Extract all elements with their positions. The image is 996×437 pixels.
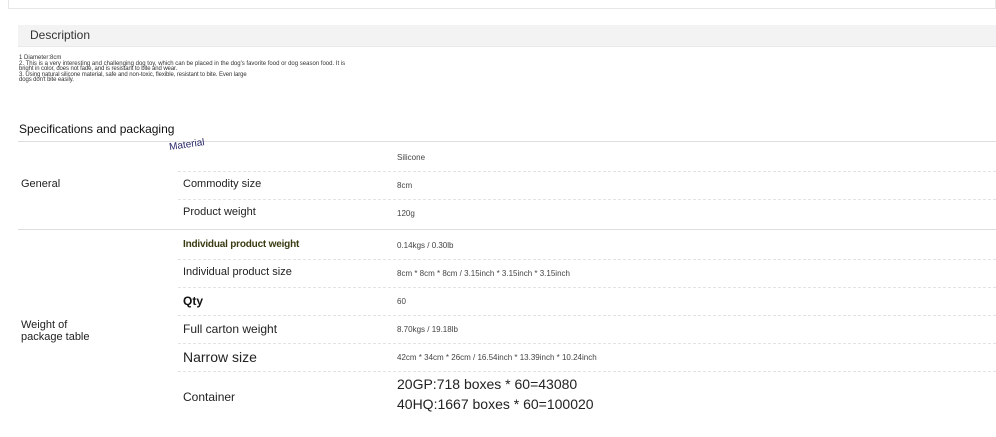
group-label-line: Weight of bbox=[21, 319, 68, 331]
row-divider bbox=[178, 287, 996, 288]
spec-key-narrow-size: Narrow size bbox=[183, 349, 257, 365]
description-body: 1 Diameter:8cm 2. This is a very interes… bbox=[19, 55, 579, 84]
spec-key-material: Material bbox=[168, 137, 206, 153]
row-divider bbox=[178, 343, 996, 344]
spec-value-individual-size: 8cm * 8cm * 8cm / 3.15inch * 3.15inch * … bbox=[397, 269, 570, 278]
spec-key-container: Container bbox=[183, 390, 236, 404]
table-top-border bbox=[18, 141, 996, 142]
row-divider bbox=[178, 371, 996, 372]
description-header: Description bbox=[18, 25, 996, 47]
spec-key-full-carton-weight: Full carton weight bbox=[183, 322, 278, 336]
spec-value-commodity-size: 8cm bbox=[397, 181, 413, 190]
spec-key-product-weight: Product weight bbox=[183, 206, 256, 218]
group-label-line: package table bbox=[21, 331, 90, 343]
description-line: dogs don't bite easily. bbox=[19, 77, 74, 84]
spec-value-narrow-size: 42cm * 34cm * 26cm / 16.54inch * 13.39in… bbox=[397, 353, 597, 362]
spec-key-individual-size: Individual product size bbox=[183, 266, 292, 278]
row-divider bbox=[178, 171, 996, 172]
spec-value-material: Silicone bbox=[397, 153, 426, 162]
description-title: Description bbox=[30, 28, 91, 42]
specifications-title: Specifications and packaging bbox=[19, 122, 175, 136]
row-divider bbox=[178, 259, 996, 260]
spec-value-full-carton-weight: 8.70kgs / 19.18lb bbox=[397, 325, 458, 334]
spec-key-commodity-size: Commodity size bbox=[183, 178, 262, 190]
row-divider bbox=[178, 199, 996, 200]
spec-value-container: 20GP:718 boxes * 60=43080 40HQ:1667 boxe… bbox=[397, 374, 594, 414]
spec-key-qty: Qty bbox=[183, 294, 204, 308]
previous-section-border bbox=[8, 0, 996, 9]
group-label-package: Weight of package table bbox=[21, 319, 90, 343]
container-line: 40HQ:1667 boxes * 60=100020 bbox=[397, 396, 594, 412]
group-divider bbox=[18, 229, 996, 230]
row-divider bbox=[178, 315, 996, 316]
spec-key-individual-weight: Individual product weight bbox=[183, 239, 300, 250]
container-line: 20GP:718 boxes * 60=43080 bbox=[397, 376, 578, 392]
spec-value-qty: 60 bbox=[397, 297, 406, 306]
spec-value-individual-weight: 0.14kgs / 0.30lb bbox=[397, 241, 454, 250]
spec-value-product-weight: 120g bbox=[397, 209, 415, 218]
group-label-general: General bbox=[21, 178, 61, 190]
